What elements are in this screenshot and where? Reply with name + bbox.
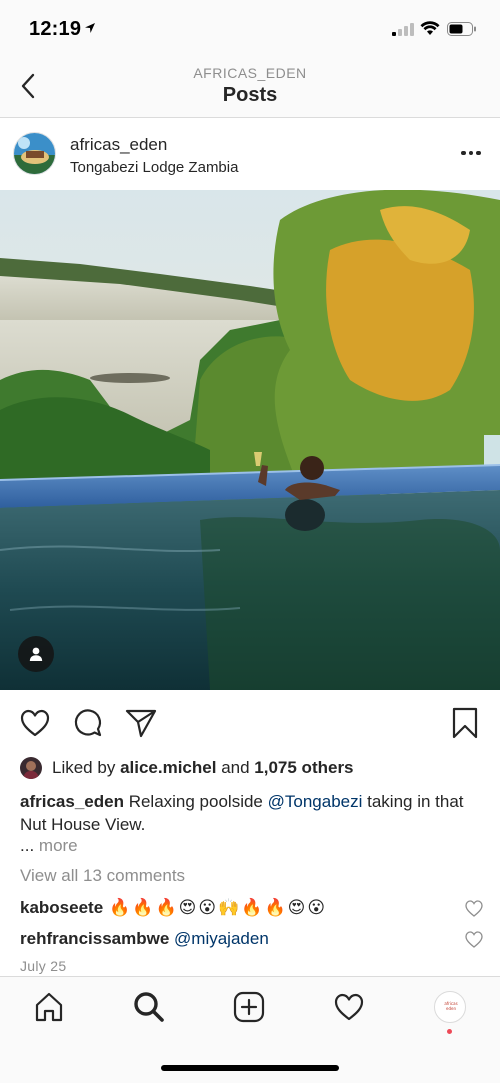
cellular-signal-icon xyxy=(392,23,414,36)
post-photo[interactable] xyxy=(0,190,500,690)
comment-button[interactable] xyxy=(71,706,105,740)
tab-new-post[interactable] xyxy=(229,987,269,1027)
post-date: July 25 xyxy=(20,958,67,974)
account-name: AFRICAS_EDEN xyxy=(193,65,307,81)
more-options-button[interactable] xyxy=(456,143,486,163)
caption-mention[interactable]: @Tongabezi xyxy=(268,792,363,811)
comment-row: kaboseete 🔥🔥🔥😍😮🙌🔥🔥😍😮 xyxy=(20,895,327,921)
home-indicator[interactable] xyxy=(161,1065,339,1071)
caption-username[interactable]: africas_eden xyxy=(20,792,124,811)
profile-avatar-icon: africas eden xyxy=(444,1001,458,1011)
status-time: 12:19 xyxy=(29,18,82,40)
status-bar: 12:19 xyxy=(0,0,500,56)
ellipsis-icon xyxy=(461,150,466,156)
page-title: Posts xyxy=(222,84,278,106)
ellipsis-dot xyxy=(468,150,474,156)
caption-text: Relaxing poolside xyxy=(128,792,263,811)
post-caption: africas_eden Relaxing poolside @Tongabez… xyxy=(20,790,485,836)
caption-ellipsis: ... xyxy=(20,836,35,855)
navigation-header: AFRICAS_EDEN Posts xyxy=(0,56,500,118)
likes-and: and xyxy=(221,758,250,777)
tab-search[interactable] xyxy=(129,987,169,1027)
comment-row: rehfrancissambwe @miyajaden xyxy=(20,926,269,952)
share-button[interactable] xyxy=(124,706,158,740)
ellipsis-dot xyxy=(476,150,481,156)
tab-home[interactable] xyxy=(29,987,69,1027)
heart-icon[interactable] xyxy=(464,930,484,950)
plus-square-icon xyxy=(233,991,265,1023)
more-label: more xyxy=(38,836,78,855)
tab-profile[interactable]: africas eden xyxy=(434,991,466,1023)
bookmark-icon xyxy=(452,707,478,739)
likes-count[interactable]: 1,075 others xyxy=(254,758,353,778)
post-location[interactable]: Tongabezi Lodge Zambia xyxy=(70,159,238,176)
battery-icon xyxy=(447,22,476,36)
heart-icon xyxy=(334,993,364,1021)
liker-username[interactable]: alice.michel xyxy=(120,758,216,778)
tab-activity[interactable] xyxy=(329,987,369,1027)
home-icon xyxy=(35,992,63,1022)
person-icon xyxy=(29,647,43,661)
heart-icon xyxy=(20,709,50,737)
comment-username[interactable]: kaboseete xyxy=(20,898,103,918)
caption-more-link[interactable]: ... more xyxy=(20,836,78,856)
likes-prefix: Liked by xyxy=(52,758,116,777)
likes-summary[interactable]: Liked by alice.michel and 1,075 others xyxy=(20,756,354,780)
view-all-comments-link[interactable]: View all 13 comments xyxy=(20,866,185,886)
location-arrow-icon xyxy=(85,23,95,33)
comment-mention[interactable]: @miyajaden xyxy=(174,929,269,949)
like-button[interactable] xyxy=(18,706,52,740)
avatar[interactable] xyxy=(13,132,56,175)
tagged-people-button[interactable] xyxy=(18,636,54,672)
post-username[interactable]: africas_eden xyxy=(70,135,167,155)
notification-dot xyxy=(447,1029,452,1034)
comment-username[interactable]: rehfrancissambwe xyxy=(20,929,169,949)
paper-plane-icon xyxy=(125,709,157,738)
save-button[interactable] xyxy=(448,706,482,740)
liker-avatar xyxy=(20,757,42,779)
wifi-icon xyxy=(420,21,440,35)
comment-bubble-icon xyxy=(74,709,102,737)
search-icon xyxy=(134,992,164,1022)
heart-icon[interactable] xyxy=(464,899,484,919)
post-header: africas_eden Tongabezi Lodge Zambia xyxy=(0,119,500,190)
comment-text: 🔥🔥🔥😍😮🙌🔥🔥😍😮 xyxy=(109,898,328,918)
post-actions xyxy=(0,700,500,746)
